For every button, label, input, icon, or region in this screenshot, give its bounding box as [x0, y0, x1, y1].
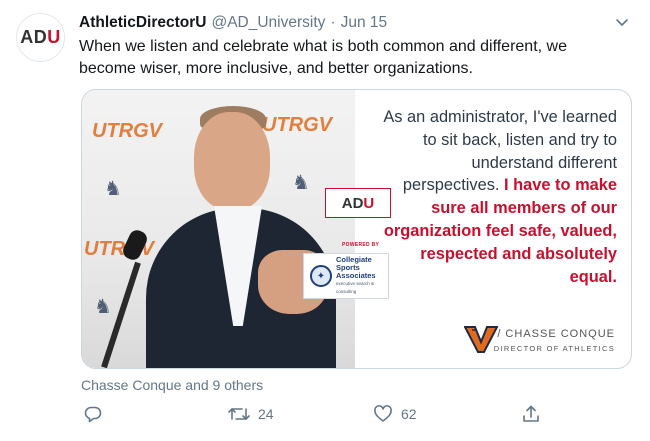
avatar-logo: ADU: [20, 27, 61, 47]
watermark-text: UTRGV: [92, 120, 162, 142]
mascot-icon: ♞: [104, 178, 122, 200]
tweet-date[interactable]: Jun 15: [341, 14, 388, 32]
like-count: 62: [401, 406, 417, 422]
mascot-icon: ♞: [292, 172, 310, 194]
share-button[interactable]: [521, 404, 541, 424]
quote-text: As an administrator, I've learned to sit…: [377, 106, 617, 288]
user-handle[interactable]: @AD_University: [211, 14, 325, 32]
retweet-icon: [228, 404, 250, 424]
like-button[interactable]: 62: [373, 404, 417, 424]
media-card[interactable]: UTRGV UTRGV UTRGV ♞ ♞ ♞ ADU POWERED BY ✦…: [81, 89, 632, 369]
chevron-down-icon[interactable]: [614, 15, 630, 31]
heart-icon: [373, 404, 393, 424]
reply-button[interactable]: [83, 404, 103, 424]
tweet-header: AthleticDirectorU @AD_University · Jun 1…: [79, 12, 630, 34]
reply-icon: [83, 404, 103, 424]
tweet-text: When we listen and celebrate what is bot…: [79, 38, 567, 77]
attribution-name: / CHASSE CONQUE: [497, 328, 615, 340]
speaker-photo: UTRGV UTRGV UTRGV ♞ ♞ ♞: [82, 90, 355, 368]
mascot-icon: ♞: [94, 296, 112, 318]
tweet-actions: 24 62: [81, 404, 551, 430]
retweet-button[interactable]: 24: [228, 404, 274, 424]
powered-by-label: POWERED BY: [342, 242, 380, 248]
csa-seal-icon: ✦: [310, 265, 332, 287]
attribution-title: DIRECTOR OF ATHLETICS: [493, 344, 615, 353]
display-name[interactable]: AthleticDirectorU: [79, 14, 206, 32]
person-head: [194, 112, 270, 210]
share-icon: [521, 404, 541, 424]
separator-dot: ·: [330, 14, 336, 31]
retweet-count: 24: [258, 406, 274, 422]
watermark-text: UTRGV: [262, 114, 332, 136]
liked-by-text[interactable]: Chasse Conque and 9 others: [81, 377, 263, 393]
avatar[interactable]: ADU: [16, 13, 65, 62]
